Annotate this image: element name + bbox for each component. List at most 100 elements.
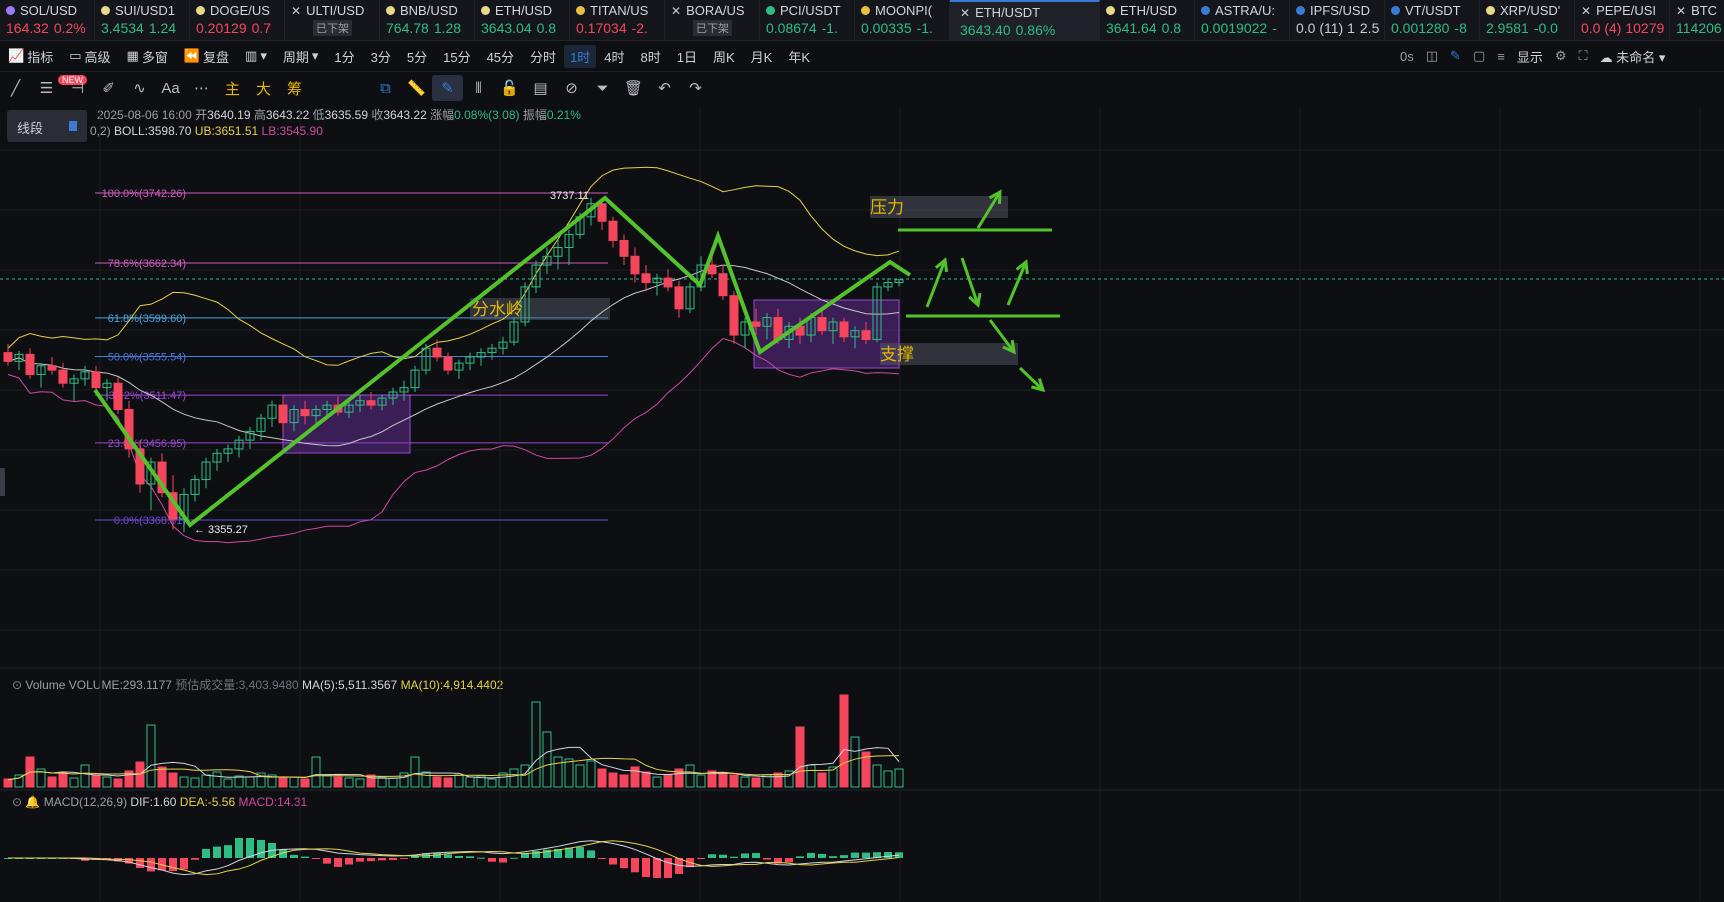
horizontal-lines-icon[interactable]: ☰: [31, 75, 62, 101]
tab-price: 0.0 (4) 10279: [1581, 20, 1665, 36]
list-icon[interactable]: ≡: [1497, 49, 1505, 64]
macd-bar: [521, 853, 529, 858]
draw-pen-icon[interactable]: ✎: [432, 75, 463, 101]
interval-10[interactable]: 周K: [705, 45, 743, 68]
candle-body: [245, 430, 255, 441]
candle-body: [333, 404, 343, 413]
candle-body: [124, 409, 134, 450]
horizontal-ray-icon[interactable]: ⊣: [62, 75, 93, 101]
template-icon[interactable]: ▤: [525, 75, 556, 101]
symbol-tab[interactable]: ✕ PEPE/USI 0.0 (4) 10279: [1575, 0, 1670, 40]
advanced-button[interactable]: ▭ 高级: [61, 47, 118, 66]
interval-0[interactable]: 1分: [326, 45, 362, 68]
delete-icon[interactable]: 🗑: [618, 75, 649, 101]
volume-bar: [377, 776, 387, 788]
tab-symbol: XRP/USD': [1500, 3, 1561, 18]
volume-bar: [608, 772, 618, 788]
close-icon[interactable]: ✕: [1581, 4, 1591, 18]
interval-11[interactable]: 月K: [743, 45, 781, 68]
seconds-toggle[interactable]: 0s: [1400, 49, 1414, 64]
interval-8[interactable]: 8时: [633, 45, 669, 68]
symbol-tab[interactable]: ✕ BTC 114206: [1670, 0, 1724, 40]
ruler-icon[interactable]: 📏: [401, 75, 432, 101]
close-icon[interactable]: ✕: [291, 4, 301, 18]
symbol-tab[interactable]: VT/USDT 0.001280 -8: [1385, 0, 1480, 40]
close-icon[interactable]: ✕: [960, 6, 970, 20]
interval-12[interactable]: 年K: [780, 45, 818, 68]
symbol-tab[interactable]: TITAN/US 0.17034 -2.: [570, 0, 665, 40]
symbol-tab[interactable]: IPFS/USD 0.0 (11) 1 2.5: [1290, 0, 1385, 40]
volume-bar: [80, 764, 90, 788]
symbol-tab[interactable]: XRP/USD' 2.9581 -0.0: [1480, 0, 1575, 40]
main-chart-toggle[interactable]: 主: [217, 75, 248, 101]
indicators-button[interactable]: 📈 指标: [0, 47, 61, 66]
wave-icon[interactable]: ∿: [124, 75, 155, 101]
volume-bar: [168, 772, 178, 788]
symbol-tab[interactable]: BNB/USD 764.78 1.28: [380, 0, 475, 40]
interval-9[interactable]: 1日: [669, 45, 705, 68]
brush-icon[interactable]: ✐: [93, 75, 124, 101]
symbol-tab[interactable]: SUI/USD1 3.4534 1.24: [95, 0, 190, 40]
tab-price: 0.001280: [1391, 20, 1450, 36]
candle-body: [817, 317, 827, 332]
macd-bar: [532, 851, 540, 858]
macd-bar: [345, 858, 353, 865]
interval-4[interactable]: 45分: [479, 45, 522, 68]
volume-bar: [861, 751, 871, 788]
text-icon[interactable]: Aa: [155, 75, 186, 101]
symbol-tab[interactable]: ETH/USD 3643.04 0.8: [475, 0, 570, 40]
eye-icon[interactable]: ⊘: [556, 75, 587, 101]
interval-7[interactable]: 4时: [596, 45, 632, 68]
multi-window-button[interactable]: ▦ 多窗: [119, 47, 176, 66]
tab-change: 0.8: [1161, 20, 1182, 36]
cloud-layout-button[interactable]: ☁ 未命名 ▾: [1600, 47, 1666, 66]
symbol-tab[interactable]: DOGE/US 0.20129 0.7: [190, 0, 285, 40]
candle-body: [784, 325, 794, 340]
collapse-icon[interactable]: ⊙: [12, 678, 22, 692]
interval-2[interactable]: 5分: [399, 45, 435, 68]
symbol-tab[interactable]: ✕ ULTI/USD 已下架: [285, 0, 380, 40]
collapse-icon[interactable]: ⊙: [12, 795, 22, 809]
period-dropdown[interactable]: 周期 ▾: [275, 47, 327, 66]
interval-3[interactable]: 15分: [435, 45, 478, 68]
big-toggle[interactable]: 大: [248, 75, 279, 101]
candle-body: [388, 391, 398, 399]
chip-toggle[interactable]: 筹: [279, 75, 310, 101]
candle-body: [586, 203, 596, 218]
settings-icon[interactable]: ⚙: [1555, 48, 1567, 64]
symbol-tab[interactable]: MOONPI( 0.00335 -1.: [855, 0, 950, 40]
lock-icon[interactable]: 🔓: [494, 75, 525, 101]
symbol-tab[interactable]: PCI/USDT 0.08674 -1.: [760, 0, 855, 40]
redo-icon[interactable]: ↷: [680, 75, 711, 101]
replay-button[interactable]: ⏪ 复盘: [176, 47, 237, 66]
display-button[interactable]: 显示: [1517, 47, 1543, 66]
symbol-tab[interactable]: ✕ ETH/USDT 3643.40 0.86%: [950, 0, 1100, 40]
close-icon[interactable]: ✕: [671, 4, 681, 18]
symbol-tab[interactable]: ETH/USD 3641.64 0.8: [1100, 0, 1195, 40]
tab-symbol: ETH/USDT: [975, 5, 1041, 20]
tab-price: 3.4534: [101, 20, 144, 36]
bell-icon[interactable]: 🔔: [25, 795, 40, 809]
chart-type-button[interactable]: ▥ ▾: [237, 48, 275, 64]
trend-line-icon[interactable]: ╱: [0, 75, 31, 101]
segment-tool-panel[interactable]: 线段: [7, 110, 87, 142]
volume-bar: [652, 776, 662, 788]
camera-icon[interactable]: ◫: [1426, 48, 1438, 64]
filter-icon[interactable]: ⏷: [587, 75, 618, 101]
window-icon[interactable]: ▢: [1473, 48, 1485, 64]
macd-bar: [675, 858, 683, 874]
chart-icon: 📈: [8, 48, 25, 63]
symbol-tab[interactable]: SOL/USD 164.32 0.2%: [0, 0, 95, 40]
close-icon[interactable]: ✕: [1676, 4, 1686, 18]
symbol-tab[interactable]: ASTRA/U: 0.0019022-: [1195, 0, 1290, 40]
fullscreen-icon[interactable]: ⛶: [1579, 48, 1588, 64]
interval-5[interactable]: 分时: [522, 45, 564, 68]
magnet-icon[interactable]: ⫴: [463, 75, 494, 101]
undo-icon[interactable]: ↶: [649, 75, 680, 101]
interval-6[interactable]: 1时: [564, 44, 597, 68]
pen-icon[interactable]: ✎: [1450, 48, 1461, 64]
more-icon[interactable]: ⋯: [186, 75, 217, 101]
symbol-tab[interactable]: ✕ BORA/US 已下架: [665, 0, 760, 40]
layers-icon[interactable]: ⧉: [370, 75, 401, 101]
interval-1[interactable]: 3分: [363, 45, 399, 68]
